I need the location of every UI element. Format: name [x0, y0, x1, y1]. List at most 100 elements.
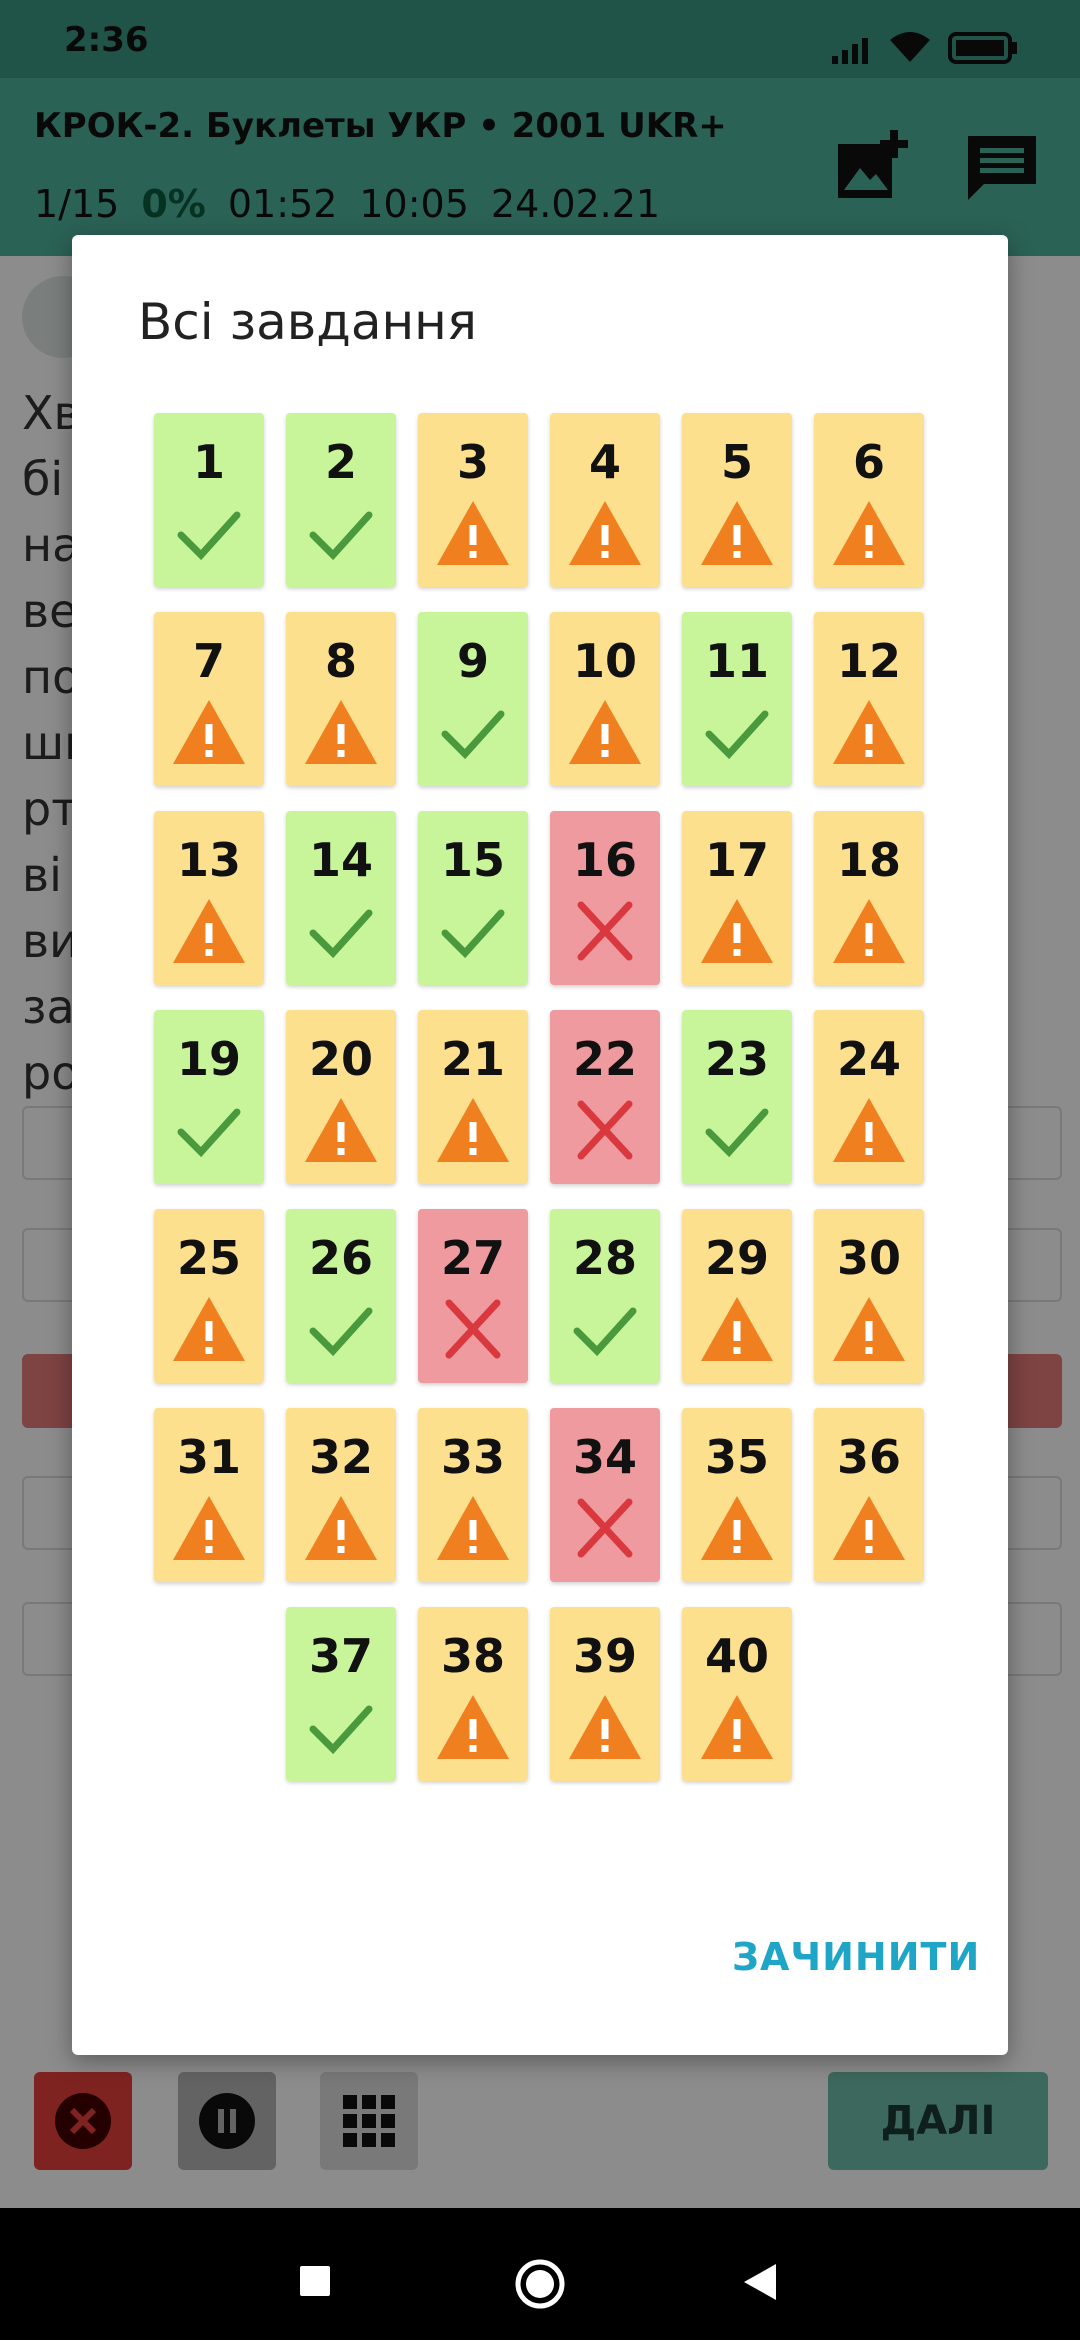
task-tile-3[interactable]: 3 [418, 413, 528, 587]
warning-icon [833, 501, 905, 565]
task-tile-39[interactable]: 39 [550, 1607, 660, 1781]
recents-icon[interactable] [298, 2264, 332, 2298]
task-tile-14[interactable]: 14 [286, 811, 396, 985]
task-number: 19 [176, 1032, 241, 1086]
task-number: 39 [572, 1629, 637, 1683]
task-number: 14 [308, 833, 373, 887]
task-tile-13[interactable]: 13 [154, 811, 264, 985]
warning-icon [569, 1695, 641, 1759]
task-tile-8[interactable]: 8 [286, 612, 396, 786]
warning-icon [305, 1496, 377, 1560]
warning-icon [569, 501, 641, 565]
task-tile-35[interactable]: 35 [682, 1408, 792, 1582]
cross-icon [577, 901, 633, 961]
task-tile-40[interactable]: 40 [682, 1607, 792, 1781]
task-tile-2[interactable]: 2 [286, 413, 396, 587]
warning-icon [173, 1297, 245, 1361]
task-tile-22[interactable]: 22 [550, 1010, 660, 1184]
task-tile-5[interactable]: 5 [682, 413, 792, 587]
task-tile-36[interactable]: 36 [814, 1408, 924, 1582]
task-number: 37 [308, 1629, 373, 1683]
task-number: 28 [572, 1231, 637, 1285]
warning-icon [569, 700, 641, 764]
task-tile-9[interactable]: 9 [418, 612, 528, 786]
warning-icon [437, 1098, 509, 1162]
check-icon [573, 1307, 637, 1357]
task-tile-23[interactable]: 23 [682, 1010, 792, 1184]
task-tile-11[interactable]: 11 [682, 612, 792, 786]
warning-icon [833, 1098, 905, 1162]
task-tile-24[interactable]: 24 [814, 1010, 924, 1184]
task-number: 29 [704, 1231, 769, 1285]
task-tile-38[interactable]: 38 [418, 1607, 528, 1781]
task-number: 2 [324, 435, 357, 489]
task-tile-26[interactable]: 26 [286, 1209, 396, 1383]
task-tile-32[interactable]: 32 [286, 1408, 396, 1582]
warning-icon [833, 1297, 905, 1361]
task-tile-18[interactable]: 18 [814, 811, 924, 985]
close-button[interactable]: ЗАЧИНИТИ [732, 1935, 980, 1979]
cross-icon [577, 1100, 633, 1160]
task-number: 24 [836, 1032, 901, 1086]
warning-icon [833, 1496, 905, 1560]
task-number: 25 [176, 1231, 241, 1285]
task-number: 12 [836, 634, 901, 688]
task-tile-1[interactable]: 1 [154, 413, 264, 587]
back-icon[interactable] [742, 2262, 780, 2302]
task-number: 1 [192, 435, 225, 489]
warning-icon [833, 700, 905, 764]
check-icon [309, 1307, 373, 1357]
task-number: 11 [704, 634, 769, 688]
task-number: 38 [440, 1629, 505, 1683]
warning-icon [305, 1098, 377, 1162]
task-tile-29[interactable]: 29 [682, 1209, 792, 1383]
task-number: 3 [456, 435, 489, 489]
check-icon [177, 1108, 241, 1158]
dialog-title: Всі завдання [138, 293, 477, 351]
warning-icon [701, 1297, 773, 1361]
warning-icon [173, 1496, 245, 1560]
check-icon [705, 710, 769, 760]
task-tile-21[interactable]: 21 [418, 1010, 528, 1184]
task-tile-34[interactable]: 34 [550, 1408, 660, 1582]
task-number: 7 [192, 634, 225, 688]
task-tile-30[interactable]: 30 [814, 1209, 924, 1383]
task-tile-15[interactable]: 15 [418, 811, 528, 985]
task-number: 8 [324, 634, 357, 688]
task-tile-20[interactable]: 20 [286, 1010, 396, 1184]
warning-icon [701, 501, 773, 565]
task-number: 31 [176, 1430, 241, 1484]
task-number: 10 [572, 634, 637, 688]
task-tile-27[interactable]: 27 [418, 1209, 528, 1383]
task-number: 16 [572, 833, 637, 887]
task-tile-10[interactable]: 10 [550, 612, 660, 786]
system-nav-bar [0, 2208, 1080, 2340]
warning-icon [437, 1496, 509, 1560]
task-tile-4[interactable]: 4 [550, 413, 660, 587]
task-number: 33 [440, 1430, 505, 1484]
task-tile-31[interactable]: 31 [154, 1408, 264, 1582]
check-icon [309, 909, 373, 959]
task-number: 35 [704, 1430, 769, 1484]
warning-icon [701, 1695, 773, 1759]
warning-icon [701, 899, 773, 963]
task-number: 13 [176, 833, 241, 887]
task-tile-37[interactable]: 37 [286, 1607, 396, 1781]
task-number: 22 [572, 1032, 637, 1086]
task-tile-6[interactable]: 6 [814, 413, 924, 587]
task-tile-28[interactable]: 28 [550, 1209, 660, 1383]
check-icon [705, 1108, 769, 1158]
task-tile-16[interactable]: 16 [550, 811, 660, 985]
warning-icon [305, 700, 377, 764]
task-tile-33[interactable]: 33 [418, 1408, 528, 1582]
task-tile-19[interactable]: 19 [154, 1010, 264, 1184]
task-number: 18 [836, 833, 901, 887]
home-icon[interactable] [514, 2258, 566, 2310]
task-number: 36 [836, 1430, 901, 1484]
task-tile-25[interactable]: 25 [154, 1209, 264, 1383]
task-number: 17 [704, 833, 769, 887]
task-tile-7[interactable]: 7 [154, 612, 264, 786]
warning-icon [173, 899, 245, 963]
task-tile-12[interactable]: 12 [814, 612, 924, 786]
task-tile-17[interactable]: 17 [682, 811, 792, 985]
